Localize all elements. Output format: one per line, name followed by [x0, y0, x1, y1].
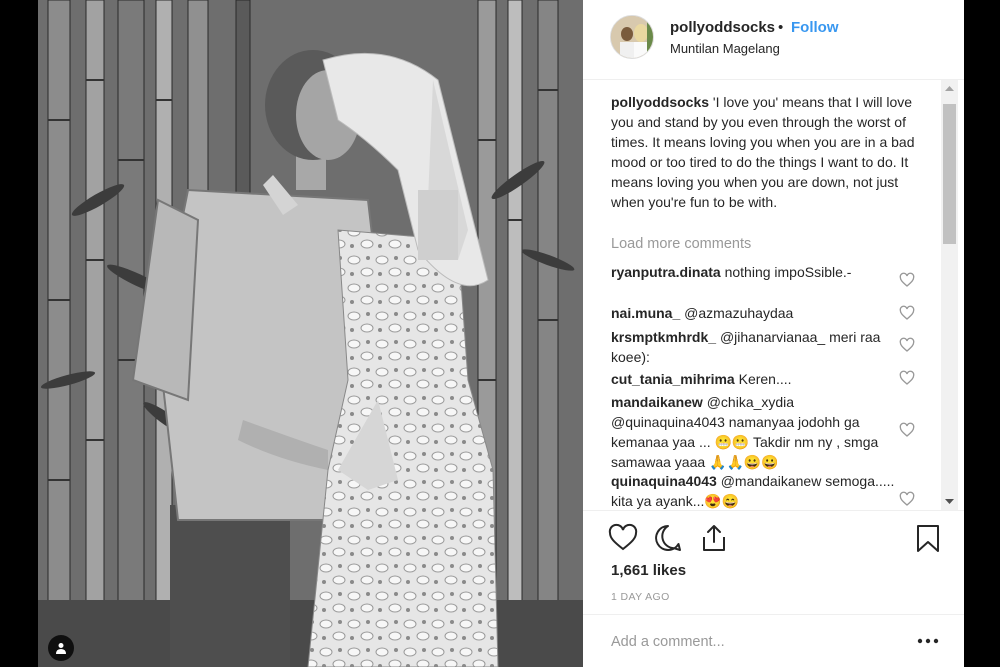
caption-text: 'I love you' means that I will love you … [611, 94, 915, 210]
post-panel: pollyoddsocks • Follow Muntilan Magelang… [583, 0, 964, 667]
comments-scrollbar[interactable] [941, 80, 958, 510]
comment-username[interactable]: mandaikanew [611, 394, 703, 410]
comment-item: ryanputra.dinata nothing impoSsible.- [611, 262, 896, 282]
more-options-icon[interactable] [916, 633, 940, 649]
post-actions: 1,661 likes 1 DAY AGO [583, 510, 964, 614]
scroll-up-arrow-icon[interactable] [941, 80, 958, 97]
comment-item: mandaikanew @chika_xydia @quinaquina4043… [611, 392, 896, 472]
post-header: pollyoddsocks • Follow Muntilan Magelang [583, 0, 964, 80]
comment-item: nai.muna_ @azmazuhaydaa [611, 303, 896, 323]
likes-count[interactable]: 1,661 likes [611, 562, 686, 579]
share-icon[interactable] [699, 523, 729, 553]
comment-like-heart-icon[interactable] [899, 422, 915, 438]
photo-illustration [38, 0, 583, 667]
user-tag-icon[interactable] [48, 635, 74, 661]
comment-text: nothing impoSsible.- [724, 264, 852, 280]
comment-username[interactable]: cut_tania_mihrima [611, 371, 735, 387]
comment-username[interactable]: nai.muna_ [611, 305, 680, 321]
comment-like-heart-icon[interactable] [899, 337, 915, 353]
comment-icon[interactable] [653, 523, 683, 553]
scrollbar-thumb[interactable] [943, 104, 956, 244]
comment-username[interactable]: quinaquina4043 [611, 473, 717, 489]
comment-item: krsmptkmhrdk_ @jihanarvianaa_ meri raa k… [611, 327, 896, 367]
scroll-down-arrow-icon[interactable] [941, 493, 958, 510]
comment-item: quinaquina4043 @mandaikanew semoga..... … [611, 471, 896, 510]
comment-like-heart-icon[interactable] [899, 272, 915, 288]
comment-username[interactable]: krsmptkmhrdk_ [611, 329, 716, 345]
add-comment-input[interactable] [611, 631, 891, 653]
separator-dot: • [778, 19, 784, 36]
load-more-comments-button[interactable]: Load more comments [611, 236, 751, 252]
add-comment-section [583, 614, 964, 667]
comment-like-heart-icon[interactable] [899, 305, 915, 321]
post-timestamp[interactable]: 1 DAY AGO [611, 591, 670, 603]
avatar[interactable] [610, 15, 654, 59]
comment-item: cut_tania_mihrima Keren.... [611, 369, 896, 389]
comment-text: @azmazuhaydaa [684, 305, 794, 321]
post-caption: pollyoddsocks 'I love you' means that I … [611, 92, 916, 212]
caption-username[interactable]: pollyoddsocks [611, 94, 709, 110]
heart-icon[interactable] [608, 523, 638, 553]
post-photo[interactable] [38, 0, 583, 667]
post-username[interactable]: pollyoddsocks [670, 19, 775, 36]
comment-username[interactable]: ryanputra.dinata [611, 264, 721, 280]
post-location[interactable]: Muntilan Magelang [670, 41, 780, 56]
comment-like-heart-icon[interactable] [899, 370, 915, 386]
comments-list[interactable]: pollyoddsocks 'I love you' means that I … [583, 80, 964, 510]
comment-like-heart-icon[interactable] [899, 491, 915, 507]
bookmark-icon[interactable] [913, 523, 943, 553]
comment-text: Keren.... [738, 371, 792, 387]
follow-button[interactable]: Follow [791, 19, 839, 36]
